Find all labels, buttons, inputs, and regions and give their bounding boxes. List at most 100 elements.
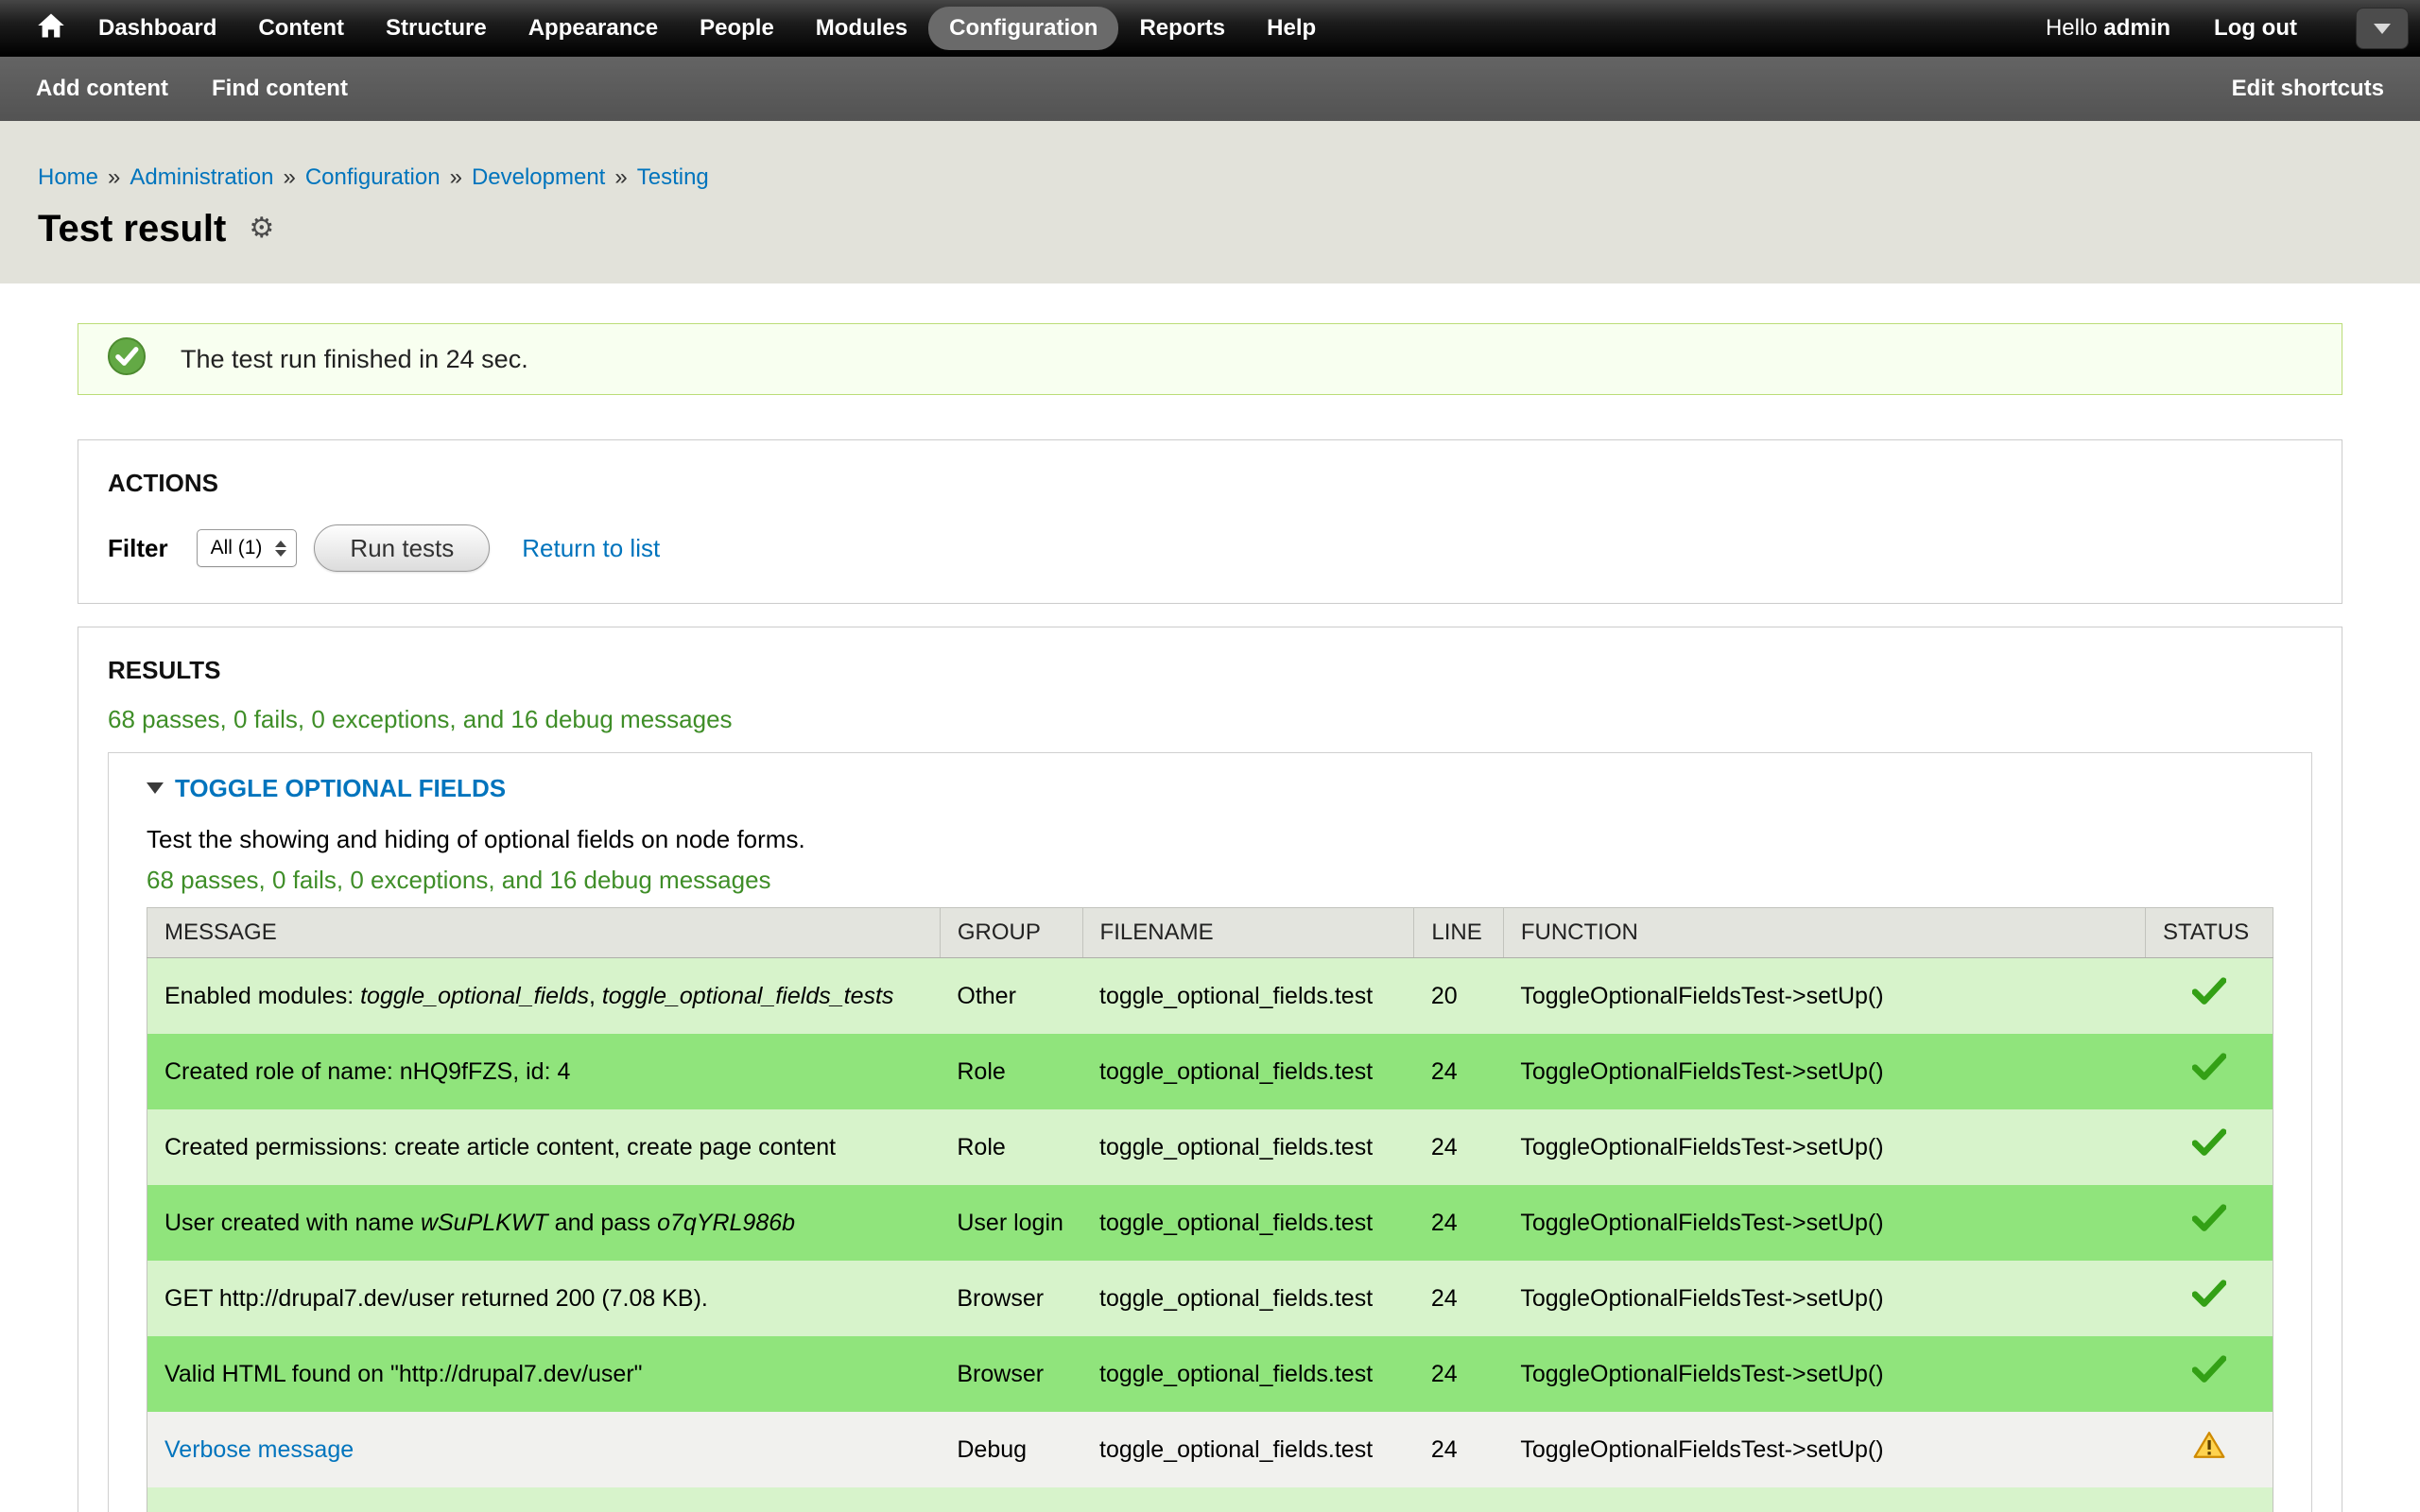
shortcut-add-content[interactable]: Add content [36, 76, 168, 102]
cell-filename: toggle_optional_fields.test [1082, 1261, 1414, 1336]
breadcrumb-separator: » [450, 164, 462, 190]
cell-filename: toggle_optional_fields.test [1082, 1109, 1414, 1185]
page-title-row: Test result ⚙ [38, 204, 2382, 253]
cell-status [2146, 1412, 2273, 1487]
breadcrumb-link-development[interactable]: Development [472, 164, 605, 190]
logout-link[interactable]: Log out [2214, 15, 2297, 42]
toolbar-item-help[interactable]: Help [1246, 7, 1337, 50]
breadcrumb-link-testing[interactable]: Testing [637, 164, 709, 190]
warning-icon [2193, 1431, 2225, 1459]
column-header-message: MESSAGE [147, 908, 941, 958]
cell-line [1414, 1487, 1503, 1512]
cell-group: Browser [940, 1261, 1082, 1336]
cell-function: ToggleOptionalFieldsTest->setUp() [1503, 1185, 2145, 1261]
cell-function [1503, 1487, 2145, 1512]
cell-group [940, 1487, 1082, 1512]
cell-group: User login [940, 1185, 1082, 1261]
cell-message: Created permissions: create article cont… [147, 1109, 941, 1185]
message-text: User created with name [164, 1210, 421, 1236]
cell-status [2146, 958, 2273, 1034]
home-icon [37, 12, 65, 45]
toolbar-item-people[interactable]: People [679, 7, 795, 50]
actions-legend: ACTIONS [108, 469, 2312, 497]
cell-filename: toggle_optional_fields.test [1082, 1336, 1414, 1412]
actions-fieldset: ACTIONS Filter All (1) Run tests Return … [78, 439, 2342, 604]
breadcrumb-link-home[interactable]: Home [38, 164, 98, 190]
status-message: The test run finished in 24 sec. [78, 323, 2342, 395]
message-text: GET http://drupal7.dev/user returned 200… [164, 1285, 708, 1312]
greeting-prefix: Hello [2046, 15, 2098, 41]
column-header-group: GROUP [940, 908, 1082, 958]
test-group-legend: TOGGLE OPTIONAL FIELDS [147, 774, 2273, 802]
username: admin [2103, 15, 2170, 41]
message-text: Created role of name: nHQ9fFZS, id: 4 [164, 1058, 570, 1085]
check-icon [2192, 977, 2226, 1005]
cell-message [147, 1487, 941, 1512]
table-row: Verbose message Debugtoggle_optional_fiel… [147, 1412, 2273, 1487]
filter-select[interactable]: All (1) [197, 529, 298, 567]
cell-function: ToggleOptionalFieldsTest->setUp() [1503, 1261, 2145, 1336]
admin-toolbar: DashboardContentStructureAppearancePeopl… [0, 0, 2420, 57]
home-button[interactable] [25, 0, 78, 57]
message-text: , [589, 983, 602, 1009]
check-icon [2192, 1053, 2226, 1081]
test-group-fieldset: TOGGLE OPTIONAL FIELDS Test the showing … [108, 752, 2312, 1512]
cell-filename: toggle_optional_fields.test [1082, 1185, 1414, 1261]
cell-message: Verbose message [147, 1412, 941, 1487]
cell-group: Role [940, 1034, 1082, 1109]
toolbar-item-dashboard[interactable]: Dashboard [78, 7, 237, 50]
cell-filename: toggle_optional_fields.test [1082, 1412, 1414, 1487]
cell-line: 24 [1414, 1109, 1503, 1185]
toolbar-item-structure[interactable]: Structure [365, 7, 508, 50]
page-header: Home»Administration»Configuration»Develo… [0, 121, 2420, 284]
table-row [147, 1487, 2273, 1512]
results-table-header-row: MESSAGEGROUPFILENAMELINEFUNCTIONSTATUS [147, 908, 2273, 958]
cell-message: User created with name wSuPLKWT and pass… [147, 1185, 941, 1261]
toolbar-toggle-button[interactable] [2356, 8, 2409, 49]
test-group-legend-link[interactable]: TOGGLE OPTIONAL FIELDS [175, 774, 506, 802]
toolbar-item-modules[interactable]: Modules [795, 7, 928, 50]
breadcrumb-link-configuration[interactable]: Configuration [305, 164, 441, 190]
status-message-text: The test run finished in 24 sec. [181, 345, 528, 374]
results-table-body: Enabled modules: toggle_optional_fields,… [147, 958, 2273, 1512]
cell-status [2146, 1034, 2273, 1109]
cell-message: GET http://drupal7.dev/user returned 200… [147, 1261, 941, 1336]
verbose-message-link[interactable]: Verbose message [164, 1436, 354, 1463]
page-title: Test result [38, 204, 226, 253]
table-row: Valid HTML found on "http://drupal7.dev/… [147, 1336, 2273, 1412]
cell-line: 24 [1414, 1034, 1503, 1109]
shortcut-find-content[interactable]: Find content [212, 76, 348, 102]
check-icon [2192, 1128, 2226, 1157]
message-emphasis: o7qYRL986b [657, 1210, 795, 1236]
message-text: Valid HTML found on "http://drupal7.dev/… [164, 1361, 643, 1387]
check-icon [2192, 1204, 2226, 1232]
run-tests-button[interactable]: Run tests [314, 524, 490, 572]
gear-icon[interactable]: ⚙ [249, 204, 274, 253]
cell-group: Debug [940, 1412, 1082, 1487]
edit-shortcuts-link[interactable]: Edit shortcuts [2232, 76, 2384, 102]
toolbar-item-appearance[interactable]: Appearance [508, 7, 679, 50]
toolbar-item-content[interactable]: Content [237, 7, 365, 50]
toolbar-item-configuration[interactable]: Configuration [928, 7, 1118, 50]
toolbar-item-reports[interactable]: Reports [1118, 7, 1246, 50]
cell-message: Created role of name: nHQ9fFZS, id: 4 [147, 1034, 941, 1109]
greeting-text: Hello admin [2046, 15, 2170, 42]
cell-status [2146, 1109, 2273, 1185]
actions-row: Filter All (1) Run tests Return to list [108, 524, 2312, 573]
message-text: and pass [548, 1210, 657, 1236]
check-icon [2192, 1355, 2226, 1383]
return-to-list-link[interactable]: Return to list [522, 534, 660, 563]
column-header-line: LINE [1414, 908, 1503, 958]
test-group-summary: 68 passes, 0 fails, 0 exceptions, and 16… [147, 866, 2273, 894]
table-row: GET http://drupal7.dev/user returned 200… [147, 1261, 2273, 1336]
cell-line: 24 [1414, 1261, 1503, 1336]
column-header-function: FUNCTION [1503, 908, 2145, 958]
results-legend: RESULTS [108, 656, 2312, 684]
cell-line: 24 [1414, 1336, 1503, 1412]
breadcrumb-link-administration[interactable]: Administration [130, 164, 273, 190]
filter-label: Filter [108, 534, 168, 563]
check-icon [2192, 1280, 2226, 1308]
breadcrumb-separator: » [614, 164, 627, 190]
toolbar-menu: DashboardContentStructureAppearancePeopl… [78, 7, 1337, 50]
results-fieldset: RESULTS 68 passes, 0 fails, 0 exceptions… [78, 627, 2342, 1512]
